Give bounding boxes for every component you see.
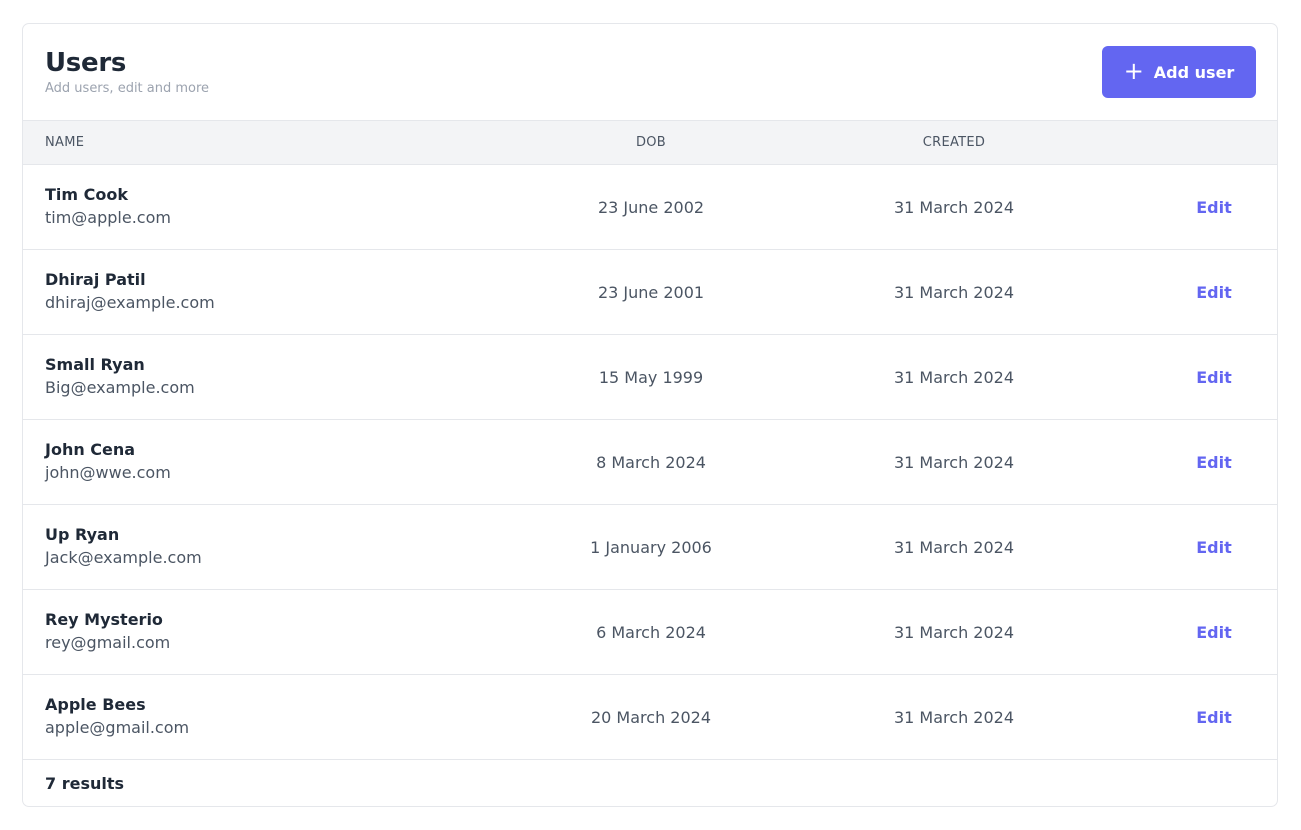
edit-link[interactable]: Edit xyxy=(1196,453,1232,472)
dob-cell: 23 June 2001 xyxy=(597,282,705,302)
column-header-created: CREATED xyxy=(759,120,1149,165)
users-table: NAME DOB CREATED Tim Cook tim@apple.com … xyxy=(23,120,1277,760)
user-name: John Cena xyxy=(45,440,136,459)
results-count: 7 results xyxy=(45,774,125,793)
table-row: Dhiraj Patil dhiraj@example.com 23 June … xyxy=(23,250,1277,335)
user-cell: Up Ryan Jack@example.com xyxy=(23,505,543,590)
user-name: Apple Bees xyxy=(45,695,146,714)
table-row: John Cena john@wwe.com 8 March 2024 31 M… xyxy=(23,420,1277,505)
column-header-name: NAME xyxy=(23,120,543,165)
user-cell: John Cena john@wwe.com xyxy=(23,420,543,505)
user-name: Small Ryan xyxy=(45,355,145,374)
table-body: Tim Cook tim@apple.com 23 June 2002 31 M… xyxy=(23,165,1277,760)
action-cell: Edit xyxy=(1149,335,1277,420)
table-row: Apple Bees apple@gmail.com 20 March 2024… xyxy=(23,675,1277,760)
dob-cell: 1 January 2006 xyxy=(590,537,712,557)
table-row: Tim Cook tim@apple.com 23 June 2002 31 M… xyxy=(23,165,1277,250)
user-name: Rey Mysterio xyxy=(45,610,163,629)
user-email: tim@apple.com xyxy=(45,208,171,227)
edit-link[interactable]: Edit xyxy=(1196,538,1232,557)
column-header-actions xyxy=(1149,120,1277,165)
dob-cell: 23 June 2002 xyxy=(597,197,705,217)
table-row: Up Ryan Jack@example.com 1 January 2006 … xyxy=(23,505,1277,590)
plus-icon: + xyxy=(1123,56,1144,85)
user-email: rey@gmail.com xyxy=(45,633,171,652)
created-cell: 31 March 2024 xyxy=(893,197,1015,217)
created-cell: 31 March 2024 xyxy=(893,707,1015,727)
column-header-dob: DOB xyxy=(543,120,759,165)
dob-cell: 6 March 2024 xyxy=(596,622,706,642)
action-cell: Edit xyxy=(1149,675,1277,760)
page-subtitle: Add users, edit and more xyxy=(45,81,210,96)
add-user-button[interactable]: + Add user xyxy=(1102,46,1256,98)
edit-link[interactable]: Edit xyxy=(1196,368,1232,387)
user-cell: Tim Cook tim@apple.com xyxy=(23,165,543,250)
users-header: Users Add users, edit and more + Add use… xyxy=(23,24,1277,120)
created-cell: 31 March 2024 xyxy=(893,452,1015,472)
dob-cell: 20 March 2024 xyxy=(590,707,712,727)
created-cell: 31 March 2024 xyxy=(893,537,1015,557)
action-cell: Edit xyxy=(1149,165,1277,250)
table-row: Rey Mysterio rey@gmail.com 6 March 2024 … xyxy=(23,590,1277,675)
user-cell: Rey Mysterio rey@gmail.com xyxy=(23,590,543,675)
created-cell: 31 March 2024 xyxy=(893,622,1015,642)
action-cell: Edit xyxy=(1149,590,1277,675)
action-cell: Edit xyxy=(1149,505,1277,590)
edit-link[interactable]: Edit xyxy=(1196,198,1232,217)
table-header-row: NAME DOB CREATED xyxy=(23,120,1277,165)
created-cell: 31 March 2024 xyxy=(893,367,1015,387)
edit-link[interactable]: Edit xyxy=(1196,708,1232,727)
user-email: Big@example.com xyxy=(45,378,195,397)
user-cell: Apple Bees apple@gmail.com xyxy=(23,675,543,760)
action-cell: Edit xyxy=(1149,420,1277,505)
users-card: Users Add users, edit and more + Add use… xyxy=(22,23,1278,807)
user-cell: Dhiraj Patil dhiraj@example.com xyxy=(23,250,543,335)
page-title: Users xyxy=(45,48,127,78)
user-email: dhiraj@example.com xyxy=(45,293,215,312)
user-cell: Small Ryan Big@example.com xyxy=(23,335,543,420)
user-name: Dhiraj Patil xyxy=(45,270,146,289)
dob-cell: 15 May 1999 xyxy=(598,367,704,387)
table-header: NAME DOB CREATED xyxy=(23,120,1277,165)
edit-link[interactable]: Edit xyxy=(1196,623,1232,642)
add-user-button-label: Add user xyxy=(1153,62,1235,82)
user-email: apple@gmail.com xyxy=(45,718,190,737)
dob-cell: 8 March 2024 xyxy=(596,452,706,472)
user-name: Up Ryan xyxy=(45,525,120,544)
table-row: Small Ryan Big@example.com 15 May 1999 3… xyxy=(23,335,1277,420)
created-cell: 31 March 2024 xyxy=(893,282,1015,302)
edit-link[interactable]: Edit xyxy=(1196,283,1232,302)
user-name: Tim Cook xyxy=(45,185,129,204)
user-email: Jack@example.com xyxy=(45,548,202,567)
user-email: john@wwe.com xyxy=(45,463,171,482)
action-cell: Edit xyxy=(1149,250,1277,335)
